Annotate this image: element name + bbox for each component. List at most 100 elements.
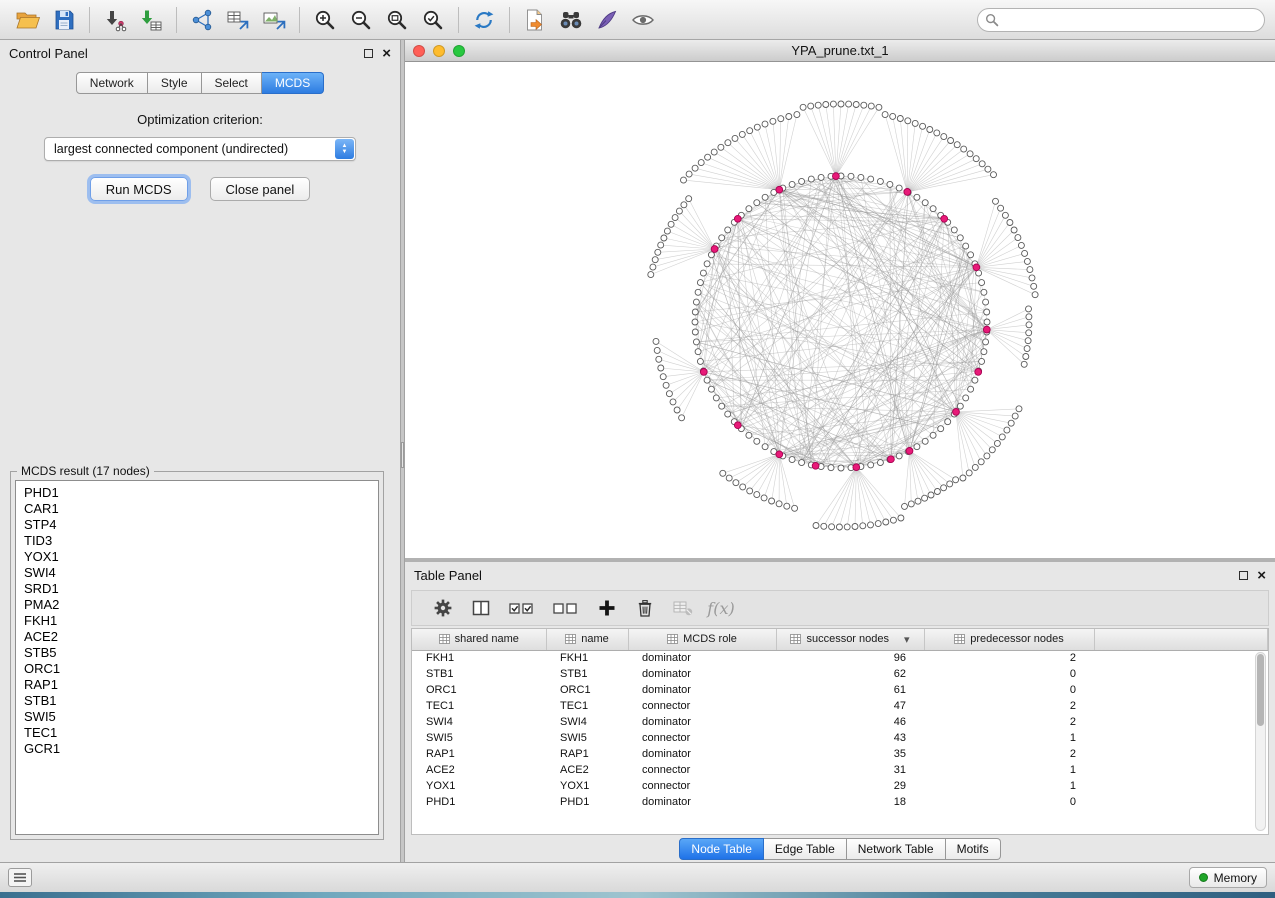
list-item[interactable]: STP4 (24, 517, 370, 533)
table-settings-button[interactable] (428, 594, 458, 622)
table-cell[interactable]: YOX1 (546, 778, 628, 794)
column-header-mcds-role[interactable]: MCDS role (628, 629, 776, 650)
export-network-button[interactable] (517, 5, 553, 35)
column-header-successor-nodes[interactable]: successor nodes▾ (776, 629, 924, 650)
table-cell[interactable] (1094, 682, 1268, 698)
table-cell[interactable]: STB1 (546, 666, 628, 682)
list-item[interactable]: ACE2 (24, 629, 370, 645)
zoom-in-button[interactable] (307, 5, 343, 35)
network-from-table-button[interactable] (220, 5, 256, 35)
table-cell[interactable] (1094, 762, 1268, 778)
scrollbar-thumb[interactable] (1257, 654, 1264, 726)
table-cell[interactable]: 2 (924, 698, 1094, 714)
table-cell[interactable]: 2 (924, 714, 1094, 730)
table-cell[interactable]: connector (628, 778, 776, 794)
tab-style[interactable]: Style (148, 72, 202, 94)
delete-column-button[interactable] (630, 594, 660, 622)
add-column-button[interactable] (592, 594, 622, 622)
minimize-window-icon[interactable] (433, 45, 445, 57)
zoom-selected-button[interactable] (415, 5, 451, 35)
table-cell[interactable]: ACE2 (546, 762, 628, 778)
table-cell[interactable]: YOX1 (412, 778, 546, 794)
table-cell[interactable]: 43 (776, 730, 924, 746)
table-cell[interactable]: SWI4 (412, 714, 546, 730)
table-cell[interactable] (1094, 714, 1268, 730)
tab-node-table[interactable]: Node Table (679, 838, 764, 860)
tab-select[interactable]: Select (202, 72, 262, 94)
new-network-button[interactable] (184, 5, 220, 35)
table-cell[interactable]: dominator (628, 682, 776, 698)
table-cell[interactable] (1094, 730, 1268, 746)
list-item[interactable]: CAR1 (24, 501, 370, 517)
table-cell[interactable]: 31 (776, 762, 924, 778)
table-cell[interactable]: TEC1 (546, 698, 628, 714)
tab-motifs[interactable]: Motifs (946, 838, 1001, 860)
table-cell[interactable]: dominator (628, 666, 776, 682)
list-item[interactable]: SWI5 (24, 709, 370, 725)
table-cell[interactable]: 61 (776, 682, 924, 698)
zoom-out-button[interactable] (343, 5, 379, 35)
close-panel-button[interactable]: Close panel (210, 177, 311, 201)
table-row[interactable]: RAP1RAP1dominator352 (412, 746, 1268, 762)
export-image-button[interactable] (256, 5, 292, 35)
sort-arrow-icon[interactable]: ▾ (904, 633, 910, 646)
table-cell[interactable]: 2 (924, 650, 1094, 666)
table-cell[interactable]: FKH1 (546, 650, 628, 666)
deselect-all-button[interactable] (548, 594, 584, 622)
list-item[interactable]: ORC1 (24, 661, 370, 677)
list-item[interactable]: PHD1 (24, 485, 370, 501)
table-row[interactable]: YOX1YOX1connector291 (412, 778, 1268, 794)
list-item[interactable]: PMA2 (24, 597, 370, 613)
save-session-button[interactable] (46, 5, 82, 35)
list-item[interactable]: STB5 (24, 645, 370, 661)
table-cell[interactable]: TEC1 (412, 698, 546, 714)
network-canvas[interactable] (405, 62, 1274, 558)
table-cell[interactable]: 2 (924, 746, 1094, 762)
table-cell[interactable]: dominator (628, 714, 776, 730)
table-row[interactable]: ORC1ORC1dominator610 (412, 682, 1268, 698)
close-panel-icon[interactable]: × (382, 46, 391, 61)
table-cell[interactable]: 62 (776, 666, 924, 682)
tab-network[interactable]: Network (76, 72, 148, 94)
tab-network-table[interactable]: Network Table (847, 838, 946, 860)
table-row[interactable]: TEC1TEC1connector472 (412, 698, 1268, 714)
table-cell[interactable] (1094, 666, 1268, 682)
list-item[interactable]: SWI4 (24, 565, 370, 581)
tab-mcds[interactable]: MCDS (262, 72, 324, 94)
table-cell[interactable]: 1 (924, 778, 1094, 794)
import-table-button[interactable] (133, 5, 169, 35)
table-cell[interactable]: dominator (628, 650, 776, 666)
open-file-button[interactable] (10, 5, 46, 35)
table-cell[interactable]: ACE2 (412, 762, 546, 778)
table-cell[interactable]: 96 (776, 650, 924, 666)
table-cell[interactable]: FKH1 (412, 650, 546, 666)
table-cell[interactable]: ORC1 (546, 682, 628, 698)
toggle-visibility-button[interactable] (625, 5, 661, 35)
table-cell[interactable]: 47 (776, 698, 924, 714)
list-item[interactable]: SRD1 (24, 581, 370, 597)
list-item[interactable]: GCR1 (24, 741, 370, 757)
list-item[interactable]: YOX1 (24, 549, 370, 565)
table-cell[interactable]: 29 (776, 778, 924, 794)
table-cell[interactable] (1094, 794, 1268, 810)
list-item[interactable]: FKH1 (24, 613, 370, 629)
column-header-predecessor-nodes[interactable]: predecessor nodes (924, 629, 1094, 650)
apply-layout-button[interactable] (466, 5, 502, 35)
float-panel-icon[interactable] (364, 49, 373, 58)
splitter-grip[interactable] (401, 442, 404, 468)
table-cell[interactable]: 0 (924, 682, 1094, 698)
table-cell[interactable]: PHD1 (412, 794, 546, 810)
table-cell[interactable] (1094, 650, 1268, 666)
table-cell[interactable]: 1 (924, 730, 1094, 746)
table-cell[interactable]: SWI4 (546, 714, 628, 730)
find-button[interactable] (553, 5, 589, 35)
table-row[interactable]: ACE2ACE2connector311 (412, 762, 1268, 778)
close-window-icon[interactable] (413, 45, 425, 57)
table-row[interactable]: STB1STB1dominator620 (412, 666, 1268, 682)
list-item[interactable]: STB1 (24, 693, 370, 709)
search-input[interactable] (977, 8, 1265, 32)
table-cell[interactable] (1094, 778, 1268, 794)
table-cell[interactable]: SWI5 (412, 730, 546, 746)
table-cell[interactable]: connector (628, 730, 776, 746)
table-row[interactable]: SWI4SWI4dominator462 (412, 714, 1268, 730)
